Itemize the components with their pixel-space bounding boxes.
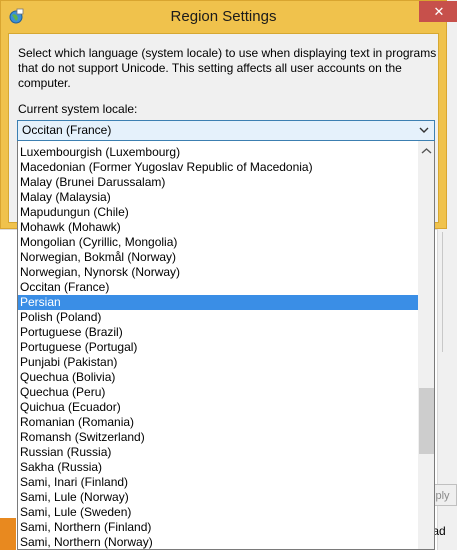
locale-option[interactable]: Polish (Poland) — [18, 310, 418, 325]
locale-option[interactable]: Portuguese (Brazil) — [18, 325, 418, 340]
selected-locale-value: Occitan (France) — [22, 123, 112, 137]
parent-window-divider — [442, 232, 443, 352]
locale-option[interactable]: Norwegian, Bokmål (Norway) — [18, 250, 418, 265]
locale-option[interactable]: Mapudungun (Chile) — [18, 205, 418, 220]
locale-option[interactable]: Sami, Inari (Finland) — [18, 475, 418, 490]
dialog-title: Region Settings — [170, 8, 277, 25]
locale-option[interactable]: Malay (Malaysia) — [18, 190, 418, 205]
locale-option[interactable]: Sami, Northern (Finland) — [18, 520, 418, 535]
locale-option[interactable]: Macedonian (Former Yugoslav Republic of … — [18, 160, 418, 175]
locale-option[interactable]: Russian (Russia) — [18, 445, 418, 460]
locale-options: Luxembourgish (Luxembourg) Macedonian (Fo… — [18, 145, 418, 549]
locale-option[interactable]: Portuguese (Portugal) — [18, 340, 418, 355]
locale-option[interactable]: Romansh (Switzerland) — [18, 430, 418, 445]
chevron-down-icon — [419, 127, 429, 133]
locale-option[interactable]: Occitan (France) — [18, 280, 418, 295]
close-icon: ✕ — [433, 4, 445, 19]
locale-option[interactable]: Malay (Brunei Darussalam) — [18, 175, 418, 190]
scroll-up-icon[interactable] — [418, 143, 435, 160]
locale-option[interactable]: Luxembourgish (Luxembourg) — [18, 145, 418, 160]
locale-option[interactable]: Norwegian, Nynorsk (Norway) — [18, 265, 418, 280]
dropdown-scrollbar[interactable] — [418, 141, 435, 549]
locale-option[interactable]: Quichua (Ecuador) — [18, 400, 418, 415]
locale-option[interactable]: Romanian (Romania) — [18, 415, 418, 430]
system-locale-select[interactable]: Occitan (France) — [17, 120, 435, 141]
locale-option[interactable]: Quechua (Peru) — [18, 385, 418, 400]
locale-option[interactable]: Quechua (Bolivia) — [18, 370, 418, 385]
locale-option[interactable]: Mohawk (Mohawk) — [18, 220, 418, 235]
description-text: Select which language (system locale) to… — [18, 46, 437, 90]
title-bar: Region Settings ✕ — [1, 1, 457, 33]
locale-option[interactable]: Sami, Northern (Norway) — [18, 535, 418, 549]
locale-option[interactable]: Mongolian (Cyrillic, Mongolia) — [18, 235, 418, 250]
scrollbar-thumb[interactable] — [419, 388, 434, 454]
load-text: load — [433, 524, 446, 538]
locale-option[interactable]: Sami, Lule (Norway) — [18, 490, 418, 505]
apply-button[interactable]: Apply — [433, 484, 457, 506]
locale-option[interactable]: Persian — [18, 295, 418, 310]
close-button[interactable]: ✕ — [419, 1, 457, 22]
locale-option[interactable]: Punjabi (Pakistan) — [18, 355, 418, 370]
locale-option[interactable]: Sakha (Russia) — [18, 460, 418, 475]
locale-dropdown-list[interactable]: Luxembourgish (Luxembourg) Macedonian (Fo… — [17, 141, 435, 550]
system-locale-label: Current system locale: — [18, 102, 138, 116]
locale-option[interactable]: Sami, Lule (Sweden) — [18, 505, 418, 520]
taskbar-orange-tile — [0, 518, 16, 550]
